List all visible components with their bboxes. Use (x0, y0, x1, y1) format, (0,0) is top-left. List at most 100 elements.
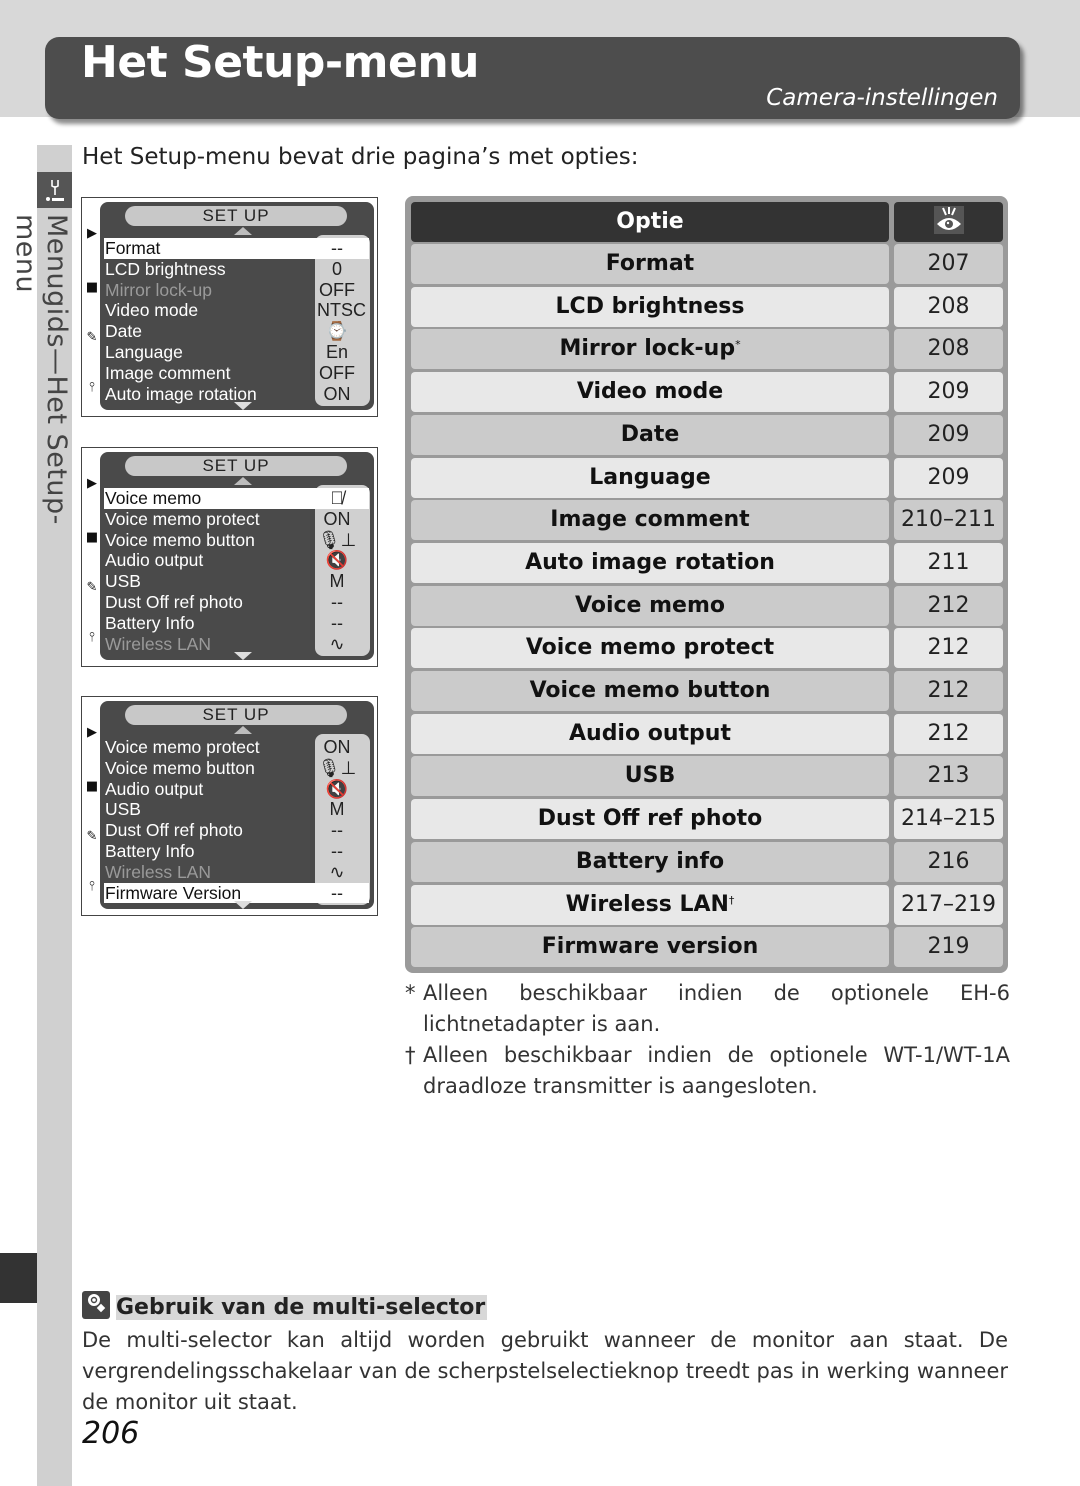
lcd-screen: ▶ ■ ✎ ⫯ SET UP Voice memo protect ON Voice memo… (81, 696, 378, 916)
lcd-item-label: Wireless LAN (105, 633, 211, 654)
camera-icon: ■ (85, 280, 99, 295)
playback-icon: ▶ (87, 226, 97, 241)
table-row: Audio output 212 (411, 713, 1003, 754)
lcd-item-value: ∿ (329, 861, 345, 882)
option-cell: Firmware version (411, 927, 889, 968)
lcd-item-label: LCD brightness (105, 258, 226, 279)
lcd-item-value: ON (323, 383, 351, 404)
table-row: Format 207 (411, 244, 1003, 284)
page-cell: 216 (894, 841, 1003, 882)
lcd-menu-item: Dust Off ref photo -- (104, 592, 369, 613)
table-row: Mirror lock-up* 208 (411, 329, 1003, 370)
lcd-menu-tabs: ▶ ■ ✎ ⫯ (82, 468, 102, 658)
lcd-item-label: Date (105, 321, 142, 342)
lcd-menu-item: Voice memo button 🎙⊥ (104, 530, 369, 551)
page-number: 206 (82, 1416, 140, 1451)
page-cell: 207 (894, 244, 1003, 284)
lcd-item-value: -- (331, 238, 343, 258)
wrench-icon: ⫯ (89, 630, 95, 645)
header-page (894, 202, 1003, 242)
page-cell: 211 (894, 542, 1003, 583)
option-cell: Auto image rotation (411, 542, 889, 583)
lcd-screen: ▶ ■ ✎ ⫯ SET UP Format -- LCD brightness 0 Mirror … (81, 197, 378, 417)
lcd-item-value: M (329, 571, 345, 592)
options-table: Optie Format 207 LCD brightness 208 Mirror l… (405, 196, 1008, 973)
lcd-item-value: -- (331, 882, 343, 903)
lcd-item-label: USB (105, 799, 141, 820)
lcd-item-label: Voice memo protect (105, 737, 260, 757)
lcd-menu-item: Audio output 🔇 (104, 550, 369, 571)
lcd-menu-item: LCD brightness 0 (104, 259, 369, 280)
lcd-item-label: Firmware Version (105, 882, 242, 903)
tip-heading: Gebruik van de multi-selector (82, 1291, 488, 1322)
title-bar: Het Setup-menu Camera-instellingen (45, 37, 1020, 119)
page-cell: 210–211 (894, 500, 1003, 541)
option-cell: Audio output (411, 713, 889, 754)
option-cell: LCD brightness (411, 286, 889, 327)
lcd-item-value: -- (331, 591, 343, 612)
lcd-menu-item: Voice memo 🎙̸ (104, 488, 369, 509)
lcd-header: SET UP (125, 206, 347, 226)
pencil-icon: ✎ (86, 829, 98, 844)
page-cell: 208 (894, 329, 1003, 370)
option-cell: Dust Off ref photo (411, 799, 889, 840)
camera-icon: ■ (85, 530, 99, 545)
option-cell: USB (411, 756, 889, 797)
footnote-mark: † (728, 893, 735, 907)
lcd-item-label: Audio output (105, 778, 204, 799)
lcd-item-label: Voice memo button (105, 529, 255, 550)
option-cell: Mirror lock-up* (411, 329, 889, 370)
option-cell: Voice memo protect (411, 628, 889, 669)
option-cell: Format (411, 244, 889, 284)
footnotes: * Alleen beschikbaar indien de optionele … (405, 978, 1010, 1102)
lcd-item-label: Wireless LAN (105, 861, 211, 882)
footnote: † Alleen beschikbaar indien de optionele … (405, 1043, 1010, 1098)
lcd-item-value: 0 (331, 258, 342, 279)
option-cell: Battery info (411, 841, 889, 882)
option-cell: Image comment (411, 500, 889, 541)
page-cell: 213 (894, 756, 1003, 797)
lcd-menu-item: Voice memo button 🎙⊥ (104, 758, 369, 779)
lcd-item-value: -- (331, 612, 343, 633)
lcd-item-value: NTSC (317, 300, 366, 321)
lcd-menu-item: Date ⌚ (104, 321, 369, 342)
page-cell: 214–215 (894, 799, 1003, 840)
table-row: Dust Off ref photo 214–215 (411, 799, 1003, 840)
tip-title: Gebruik van de multi-selector (116, 1295, 488, 1320)
table-row: Battery info 216 (411, 841, 1003, 882)
lcd-menu-item: Battery Info -- (104, 613, 369, 634)
lcd-header: SET UP (125, 456, 347, 476)
option-cell: Video mode (411, 372, 889, 413)
table-row: Voice memo protect 212 (411, 628, 1003, 669)
lcd-item-label: Image comment (105, 362, 231, 383)
lcd-item-value: 🎙̸ (330, 488, 344, 508)
lcd-menu-item: Audio output 🔇 (104, 779, 369, 800)
lcd-item-label: Mirror lock-up (105, 279, 212, 300)
table-row: Video mode 209 (411, 372, 1003, 413)
page-cell: 212 (894, 585, 1003, 626)
scroll-up-arrow-icon (234, 477, 252, 485)
side-section-label: Menugids—Het Setup-menu (10, 214, 72, 525)
lcd-item-label: Battery Info (105, 612, 195, 633)
option-cell: Voice memo (411, 585, 889, 626)
intro-text: Het Setup-menu bevat drie pagina’s met o… (82, 144, 639, 170)
table-row: LCD brightness 208 (411, 286, 1003, 327)
lcd-item-value: ⌚ (325, 321, 349, 342)
table-row: Firmware version 219 (411, 927, 1003, 968)
option-cell: Wireless LAN† (411, 884, 889, 925)
lcd-menu-tabs: ▶ ■ ✎ ⫯ (82, 717, 102, 907)
lcd-menu-item: Voice memo protect ON (104, 509, 369, 530)
lcd-item-value: ON (323, 737, 351, 757)
lcd-item-value: OFF (319, 279, 355, 300)
page-cell: 217–219 (894, 884, 1003, 925)
lcd-item-label: Video mode (105, 300, 199, 321)
lcd-menu-item: Video mode NTSC (104, 300, 369, 321)
lcd-item-label: Battery Info (105, 840, 195, 861)
tip-magnifier-icon (82, 1291, 110, 1319)
lcd-item-value: ∿ (329, 633, 345, 654)
tip-body: De multi-selector kan altijd worden gebr… (82, 1328, 1008, 1414)
lcd-item-label: Language (105, 341, 183, 362)
lcd-screen: ▶ ■ ✎ ⫯ SET UP Voice memo 🎙̸ Voice memo protect… (81, 447, 378, 667)
lcd-item-label: Dust Off ref photo (105, 591, 243, 612)
lcd-menu-item: Wireless LAN ∿ (104, 862, 369, 883)
